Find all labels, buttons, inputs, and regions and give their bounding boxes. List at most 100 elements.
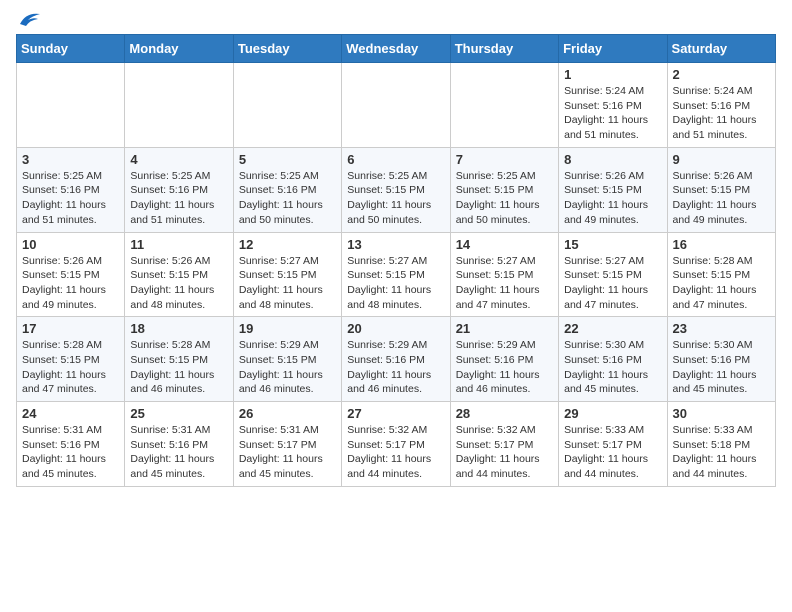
daylight-text: Daylight: 11 hours and 45 minutes. [673, 369, 757, 396]
day-number: 4 [130, 152, 227, 167]
day-number: 18 [130, 321, 227, 336]
day-number: 3 [22, 152, 119, 167]
sunrise-text: Sunrise: 5:25 AM [239, 170, 319, 182]
daylight-text: Daylight: 11 hours and 48 minutes. [347, 284, 431, 311]
day-info: Sunrise: 5:31 AM Sunset: 5:17 PM Dayligh… [239, 423, 336, 482]
calendar-cell: 10 Sunrise: 5:26 AM Sunset: 5:15 PM Dayl… [17, 232, 125, 317]
day-info: Sunrise: 5:27 AM Sunset: 5:15 PM Dayligh… [347, 254, 444, 313]
logo-bird-icon [18, 10, 40, 28]
sunset-text: Sunset: 5:16 PM [239, 184, 317, 196]
sunrise-text: Sunrise: 5:26 AM [564, 170, 644, 182]
day-info: Sunrise: 5:31 AM Sunset: 5:16 PM Dayligh… [22, 423, 119, 482]
calendar-cell: 26 Sunrise: 5:31 AM Sunset: 5:17 PM Dayl… [233, 402, 341, 487]
daylight-text: Daylight: 11 hours and 50 minutes. [239, 199, 323, 226]
daylight-text: Daylight: 11 hours and 50 minutes. [347, 199, 431, 226]
sunrise-text: Sunrise: 5:33 AM [564, 424, 644, 436]
daylight-text: Daylight: 11 hours and 46 minutes. [347, 369, 431, 396]
sunrise-text: Sunrise: 5:33 AM [673, 424, 753, 436]
calendar-cell: 5 Sunrise: 5:25 AM Sunset: 5:16 PM Dayli… [233, 147, 341, 232]
sunrise-text: Sunrise: 5:28 AM [130, 339, 210, 351]
sunset-text: Sunset: 5:15 PM [239, 269, 317, 281]
calendar-week-row: 3 Sunrise: 5:25 AM Sunset: 5:16 PM Dayli… [17, 147, 776, 232]
day-info: Sunrise: 5:28 AM Sunset: 5:15 PM Dayligh… [130, 338, 227, 397]
daylight-text: Daylight: 11 hours and 50 minutes. [456, 199, 540, 226]
weekday-header-tuesday: Tuesday [233, 35, 341, 63]
calendar-cell: 28 Sunrise: 5:32 AM Sunset: 5:17 PM Dayl… [450, 402, 558, 487]
sunrise-text: Sunrise: 5:26 AM [22, 255, 102, 267]
page: SundayMondayTuesdayWednesdayThursdayFrid… [0, 0, 792, 503]
sunrise-text: Sunrise: 5:31 AM [239, 424, 319, 436]
sunset-text: Sunset: 5:15 PM [347, 184, 425, 196]
day-info: Sunrise: 5:27 AM Sunset: 5:15 PM Dayligh… [564, 254, 661, 313]
sunset-text: Sunset: 5:16 PM [347, 354, 425, 366]
day-number: 23 [673, 321, 770, 336]
calendar-cell: 15 Sunrise: 5:27 AM Sunset: 5:15 PM Dayl… [559, 232, 667, 317]
day-info: Sunrise: 5:26 AM Sunset: 5:15 PM Dayligh… [130, 254, 227, 313]
sunset-text: Sunset: 5:16 PM [456, 354, 534, 366]
day-number: 2 [673, 67, 770, 82]
day-info: Sunrise: 5:24 AM Sunset: 5:16 PM Dayligh… [564, 84, 661, 143]
calendar-cell [342, 63, 450, 148]
day-info: Sunrise: 5:25 AM Sunset: 5:16 PM Dayligh… [22, 169, 119, 228]
calendar-cell: 12 Sunrise: 5:27 AM Sunset: 5:15 PM Dayl… [233, 232, 341, 317]
day-info: Sunrise: 5:27 AM Sunset: 5:15 PM Dayligh… [456, 254, 553, 313]
sunset-text: Sunset: 5:16 PM [130, 439, 208, 451]
day-info: Sunrise: 5:26 AM Sunset: 5:15 PM Dayligh… [22, 254, 119, 313]
day-info: Sunrise: 5:24 AM Sunset: 5:16 PM Dayligh… [673, 84, 770, 143]
sunrise-text: Sunrise: 5:28 AM [673, 255, 753, 267]
calendar-cell: 30 Sunrise: 5:33 AM Sunset: 5:18 PM Dayl… [667, 402, 775, 487]
calendar-cell: 22 Sunrise: 5:30 AM Sunset: 5:16 PM Dayl… [559, 317, 667, 402]
weekday-header-monday: Monday [125, 35, 233, 63]
calendar-cell: 2 Sunrise: 5:24 AM Sunset: 5:16 PM Dayli… [667, 63, 775, 148]
day-info: Sunrise: 5:32 AM Sunset: 5:17 PM Dayligh… [456, 423, 553, 482]
day-info: Sunrise: 5:25 AM Sunset: 5:15 PM Dayligh… [456, 169, 553, 228]
daylight-text: Daylight: 11 hours and 44 minutes. [564, 453, 648, 480]
day-number: 11 [130, 237, 227, 252]
calendar-week-row: 1 Sunrise: 5:24 AM Sunset: 5:16 PM Dayli… [17, 63, 776, 148]
day-info: Sunrise: 5:33 AM Sunset: 5:17 PM Dayligh… [564, 423, 661, 482]
calendar-week-row: 24 Sunrise: 5:31 AM Sunset: 5:16 PM Dayl… [17, 402, 776, 487]
sunrise-text: Sunrise: 5:26 AM [673, 170, 753, 182]
calendar-cell: 14 Sunrise: 5:27 AM Sunset: 5:15 PM Dayl… [450, 232, 558, 317]
daylight-text: Daylight: 11 hours and 51 minutes. [130, 199, 214, 226]
day-number: 16 [673, 237, 770, 252]
calendar-cell: 27 Sunrise: 5:32 AM Sunset: 5:17 PM Dayl… [342, 402, 450, 487]
day-number: 19 [239, 321, 336, 336]
sunrise-text: Sunrise: 5:32 AM [456, 424, 536, 436]
sunrise-text: Sunrise: 5:31 AM [130, 424, 210, 436]
calendar-cell: 18 Sunrise: 5:28 AM Sunset: 5:15 PM Dayl… [125, 317, 233, 402]
day-number: 30 [673, 406, 770, 421]
sunrise-text: Sunrise: 5:25 AM [130, 170, 210, 182]
calendar-cell: 8 Sunrise: 5:26 AM Sunset: 5:15 PM Dayli… [559, 147, 667, 232]
daylight-text: Daylight: 11 hours and 48 minutes. [239, 284, 323, 311]
daylight-text: Daylight: 11 hours and 47 minutes. [22, 369, 106, 396]
sunrise-text: Sunrise: 5:29 AM [347, 339, 427, 351]
calendar-cell: 20 Sunrise: 5:29 AM Sunset: 5:16 PM Dayl… [342, 317, 450, 402]
day-info: Sunrise: 5:32 AM Sunset: 5:17 PM Dayligh… [347, 423, 444, 482]
sunset-text: Sunset: 5:15 PM [673, 269, 751, 281]
sunrise-text: Sunrise: 5:31 AM [22, 424, 102, 436]
day-number: 10 [22, 237, 119, 252]
calendar-cell [17, 63, 125, 148]
sunrise-text: Sunrise: 5:25 AM [22, 170, 102, 182]
logo-area [16, 10, 40, 28]
day-number: 20 [347, 321, 444, 336]
sunset-text: Sunset: 5:16 PM [673, 354, 751, 366]
logo-line [16, 10, 40, 28]
sunset-text: Sunset: 5:17 PM [564, 439, 642, 451]
calendar-cell [450, 63, 558, 148]
calendar-cell: 25 Sunrise: 5:31 AM Sunset: 5:16 PM Dayl… [125, 402, 233, 487]
daylight-text: Daylight: 11 hours and 45 minutes. [22, 453, 106, 480]
day-info: Sunrise: 5:27 AM Sunset: 5:15 PM Dayligh… [239, 254, 336, 313]
sunset-text: Sunset: 5:15 PM [456, 184, 534, 196]
daylight-text: Daylight: 11 hours and 45 minutes. [564, 369, 648, 396]
calendar-cell: 29 Sunrise: 5:33 AM Sunset: 5:17 PM Dayl… [559, 402, 667, 487]
day-number: 15 [564, 237, 661, 252]
sunrise-text: Sunrise: 5:27 AM [456, 255, 536, 267]
day-info: Sunrise: 5:28 AM Sunset: 5:15 PM Dayligh… [22, 338, 119, 397]
calendar-week-row: 10 Sunrise: 5:26 AM Sunset: 5:15 PM Dayl… [17, 232, 776, 317]
day-number: 25 [130, 406, 227, 421]
sunrise-text: Sunrise: 5:28 AM [22, 339, 102, 351]
daylight-text: Daylight: 11 hours and 47 minutes. [673, 284, 757, 311]
day-number: 6 [347, 152, 444, 167]
